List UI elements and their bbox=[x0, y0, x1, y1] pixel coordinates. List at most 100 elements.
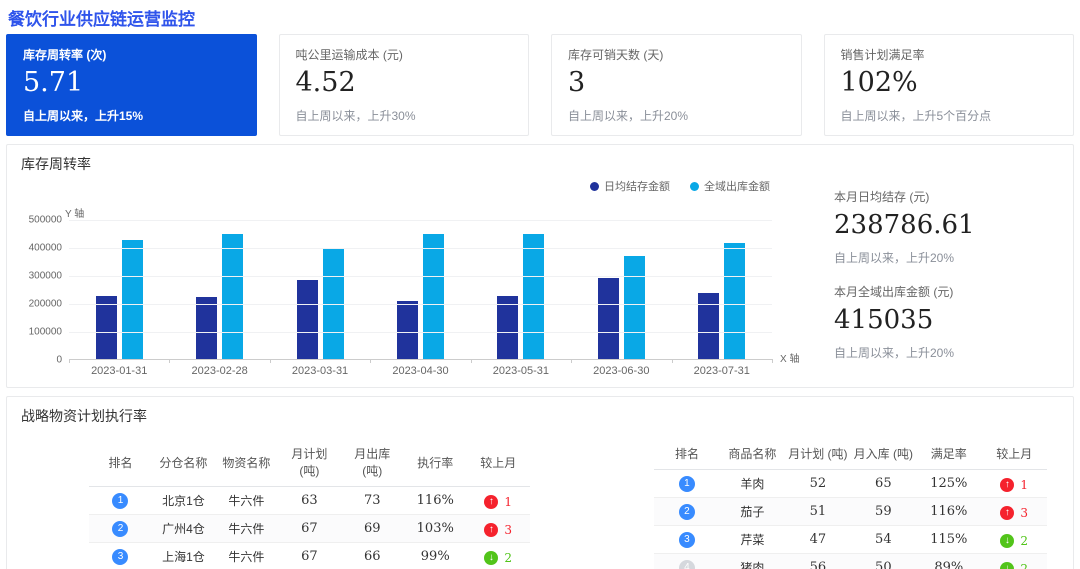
x-axis-label: 2023-03-31 bbox=[291, 365, 349, 377]
arrow-down-icon: ↓ bbox=[1000, 533, 1015, 548]
rank-badge: 3 bbox=[112, 549, 129, 565]
table-row: 2 广州4仓 牛六件 67 69 103% ↑ 3 bbox=[89, 514, 530, 543]
table-row: 1 羊肉 52 65 125% ↑ 1 bbox=[654, 469, 1047, 498]
cell-trend: ↑ 3 bbox=[981, 497, 1047, 526]
bar-series-0 bbox=[497, 296, 519, 359]
gridline bbox=[69, 220, 772, 221]
trend-indicator: ↑ 1 bbox=[1000, 477, 1028, 492]
legend-item[interactable]: 日均结存金额 bbox=[590, 178, 670, 194]
y-axis-label: 100000 bbox=[28, 326, 62, 338]
cell-rank: 3 bbox=[89, 542, 152, 569]
cell-amount: 73 bbox=[340, 486, 404, 515]
column-header: 商品名称 bbox=[719, 438, 786, 470]
cell-name: 羊肉 bbox=[719, 469, 786, 498]
stat-label: 本月全域出库金额 (元) bbox=[834, 285, 954, 299]
table-row: 3 芹菜 47 54 115% ↓ 2 bbox=[654, 525, 1047, 554]
kpi-card-sellable-days: 库存可销天数 (天) 3 自上周以来，上升20% bbox=[551, 34, 802, 136]
cell-amount: 65 bbox=[850, 469, 917, 498]
tables-section-title: 战略物资计划执行率 bbox=[21, 408, 147, 424]
chart-side-stats: 本月日均结存 (元) 238786.61 自上周以来，上升20% 本月全域出库金… bbox=[834, 174, 1059, 378]
page-title: 餐饮行业供应链运营监控 bbox=[8, 10, 195, 29]
gridline bbox=[69, 332, 772, 333]
rank-badge: 3 bbox=[678, 532, 695, 548]
rank-badge: 1 bbox=[112, 493, 129, 509]
cell-rank: 4 bbox=[654, 553, 720, 569]
bar-group bbox=[471, 220, 571, 359]
bar-series-0 bbox=[296, 279, 318, 359]
bar-group bbox=[571, 220, 671, 359]
arrow-up-icon: ↑ bbox=[1000, 505, 1015, 520]
x-tick-mark bbox=[671, 359, 673, 363]
arrow-up-icon: ↑ bbox=[484, 494, 499, 509]
kpi-label: 库存周转率 (次) bbox=[23, 48, 107, 62]
trend-value: 3 bbox=[1020, 505, 1029, 520]
x-axis-label: 2023-07-31 bbox=[693, 365, 750, 377]
bar-group bbox=[370, 220, 470, 359]
x-axis-label: 2023-06-30 bbox=[593, 365, 650, 377]
column-header: 执行率 bbox=[403, 438, 467, 487]
cell-rate: 103% bbox=[403, 514, 467, 543]
kpi-card-sales-plan-fulfillment: 销售计划满足率 102% 自上周以来，上升5个百分点 bbox=[823, 34, 1074, 136]
cell-rank: 1 bbox=[89, 486, 152, 515]
y-axis-label: 500000 bbox=[28, 214, 62, 226]
cell-rank: 2 bbox=[654, 497, 720, 526]
kpi-subtitle: 自上周以来，上升30% bbox=[295, 109, 416, 123]
kpi-subtitle: 自上周以来，上升5个百分点 bbox=[840, 109, 992, 123]
chart-plot: Y 轴 X 轴 0 100000 200000 300000 400000 500000 bbox=[29, 209, 800, 366]
rank-badge: 2 bbox=[112, 521, 129, 537]
bar-series-0 bbox=[95, 296, 117, 359]
cell-trend: ↓ 2 bbox=[981, 525, 1047, 554]
y-axis-name: Y 轴 bbox=[65, 209, 85, 220]
cell-plan: 67 bbox=[277, 542, 341, 569]
y-axis-label: 400000 bbox=[28, 242, 62, 254]
chart-legend: 日均结存金额 全域出库金额 bbox=[590, 178, 770, 194]
bar-series-1 bbox=[222, 234, 244, 359]
kpi-value: 3 bbox=[568, 67, 586, 98]
kpi-subtitle: 自上周以来，上升20% bbox=[568, 109, 689, 123]
cell-rate: 125% bbox=[916, 469, 982, 498]
cell-name: 茄子 bbox=[719, 497, 786, 526]
bar-group bbox=[69, 220, 169, 359]
cell-material: 牛六件 bbox=[214, 542, 278, 569]
column-header: 较上月 bbox=[466, 438, 530, 487]
cell-rank: 3 bbox=[654, 525, 720, 554]
table-row: 4 猪肉 56 50 89% ↓ 2 bbox=[654, 553, 1047, 569]
legend-dot-icon bbox=[590, 181, 599, 191]
cell-rate: 115% bbox=[916, 525, 982, 554]
cell-trend: ↓ 2 bbox=[466, 542, 530, 569]
column-header: 分仓名称 bbox=[151, 438, 215, 487]
bar-series-0 bbox=[396, 301, 418, 359]
kpi-label: 吨公里运输成本 (元) bbox=[295, 48, 403, 62]
cell-plan: 52 bbox=[785, 469, 851, 498]
column-header: 月计划 (吨) bbox=[785, 438, 851, 470]
kpi-value: 4.52 bbox=[295, 67, 356, 98]
column-header: 排名 bbox=[654, 438, 720, 470]
column-header: 月计划 (吨) bbox=[277, 438, 341, 487]
column-header: 月入库 (吨) bbox=[850, 438, 917, 470]
cell-rate: 116% bbox=[916, 497, 982, 526]
rank-badge: 2 bbox=[678, 504, 695, 520]
kpi-value: 5.71 bbox=[23, 67, 84, 98]
stat-value: 238786.61 bbox=[834, 210, 975, 240]
legend-item[interactable]: 全域出库金额 bbox=[690, 178, 770, 194]
kpi-label: 库存可销天数 (天) bbox=[568, 48, 664, 62]
bar-series-1 bbox=[121, 240, 143, 359]
kpi-row: 库存周转率 (次) 5.71 自上周以来，上升15% 吨公里运输成本 (元) 4… bbox=[6, 34, 1074, 136]
column-header: 较上月 bbox=[981, 438, 1047, 470]
gridline bbox=[69, 276, 772, 277]
x-axis-label: 2023-02-28 bbox=[191, 365, 248, 377]
x-axis-label: 2023-04-30 bbox=[392, 365, 449, 377]
bar-series-1 bbox=[623, 255, 645, 359]
kpi-card-transport-cost: 吨公里运输成本 (元) 4.52 自上周以来，上升30% bbox=[278, 34, 529, 136]
cell-rank: 2 bbox=[89, 514, 152, 543]
column-header: 排名 bbox=[89, 438, 152, 487]
x-axis-labels: 2023-01-31 2023-02-28 2023-03-31 2023-04-30… bbox=[69, 365, 772, 377]
column-header: 月出库 (吨) bbox=[340, 438, 404, 487]
trend-value: 2 bbox=[1020, 561, 1029, 569]
table-row: 3 上海1仓 牛六件 67 66 99% ↓ 2 bbox=[89, 542, 530, 569]
cell-amount: 66 bbox=[340, 542, 404, 569]
bar-series-1 bbox=[724, 243, 746, 359]
trend-indicator: ↑ 1 bbox=[484, 494, 512, 509]
arrow-down-icon: ↓ bbox=[1000, 561, 1015, 569]
bar-series-1 bbox=[523, 233, 545, 359]
